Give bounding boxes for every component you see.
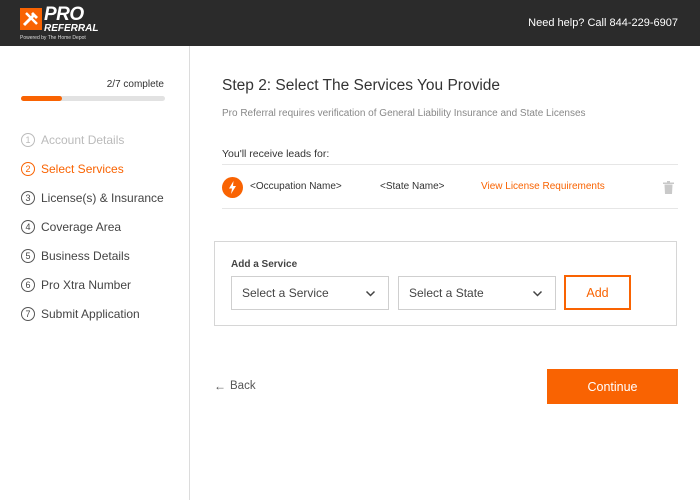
step-label: Select Services: [41, 161, 124, 176]
step-number-badge: 4: [21, 219, 35, 234]
step-number-badge: 2: [21, 161, 35, 176]
step-item-7[interactable]: 7 Submit Application: [21, 299, 164, 328]
state-select-value: Select a State: [409, 286, 484, 300]
view-license-requirements-link[interactable]: View License Requirements: [481, 181, 605, 192]
occupation-name: <Occupation Name>: [250, 181, 342, 192]
progress-count: 2/7 complete: [106, 79, 164, 90]
service-select-value: Select a Service: [242, 286, 329, 300]
logo-tagline: Powered by The Home Depot: [20, 35, 86, 41]
back-button[interactable]: ← Back: [214, 379, 256, 393]
step-label: Business Details: [41, 248, 130, 263]
bolt-icon: [222, 177, 243, 198]
step-label: Pro Xtra Number: [41, 277, 132, 292]
chevron-down-icon: [532, 290, 543, 297]
logo-referral-text: REFERRAL: [44, 23, 99, 34]
step-item-2[interactable]: 2 Select Services: [21, 154, 164, 183]
add-service-label: Add a Service: [231, 259, 298, 270]
add-service-button[interactable]: Add: [564, 275, 631, 310]
progress-sidebar: 2/7 complete 1 Account Details 2 Select Ser…: [0, 46, 190, 500]
back-label: Back: [230, 380, 256, 392]
main-content: Step 2: Select The Services You Provide …: [190, 46, 700, 500]
progress-bar: [21, 96, 165, 101]
step-list: 1 Account Details 2 Select Services 3 License…: [21, 125, 164, 328]
step-number-badge: 1: [21, 132, 35, 147]
trash-icon[interactable]: [663, 181, 674, 194]
lead-row: <Occupation Name> <State Name> View Lice…: [222, 164, 678, 209]
chevron-down-icon: [365, 290, 376, 297]
step-item-3[interactable]: 3 License(s) & Insurance: [21, 183, 164, 212]
step-item-6[interactable]: 6 Pro Xtra Number: [21, 270, 164, 299]
help-phone-text[interactable]: Need help? Call 844-229-6907: [528, 17, 678, 29]
arrow-left-icon: ←: [214, 379, 226, 393]
progress-bar-fill: [21, 96, 63, 101]
step-number-badge: 3: [21, 190, 35, 205]
top-header: PRO REFERRAL Powered by The Home Depot N…: [0, 0, 700, 46]
step-label: Submit Application: [41, 306, 140, 321]
leads-label: You'll receive leads for:: [222, 148, 330, 160]
step-item-1[interactable]: 1 Account Details: [21, 125, 164, 154]
pro-referral-logo[interactable]: PRO REFERRAL Powered by The Home Depot: [20, 4, 98, 41]
continue-button[interactable]: Continue: [547, 369, 678, 404]
page-subtitle: Pro Referral requires verification of Ge…: [222, 108, 586, 119]
step-number-badge: 6: [21, 277, 35, 292]
step-item-4[interactable]: 4 Coverage Area: [21, 212, 164, 241]
step-label: License(s) & Insurance: [41, 190, 164, 205]
add-service-panel: Add a Service Select a Service Select a …: [214, 241, 677, 326]
step-label: Coverage Area: [41, 219, 122, 234]
state-select[interactable]: Select a State: [398, 276, 556, 310]
step-number-badge: 7: [21, 306, 35, 321]
step-label: Account Details: [41, 132, 125, 147]
page-title: Step 2: Select The Services You Provide: [222, 77, 501, 94]
step-item-5[interactable]: 5 Business Details: [21, 241, 164, 270]
state-name: <State Name>: [380, 181, 445, 192]
tools-logo-icon: [20, 8, 42, 30]
service-select[interactable]: Select a Service: [231, 276, 389, 310]
step-number-badge: 5: [21, 248, 35, 263]
